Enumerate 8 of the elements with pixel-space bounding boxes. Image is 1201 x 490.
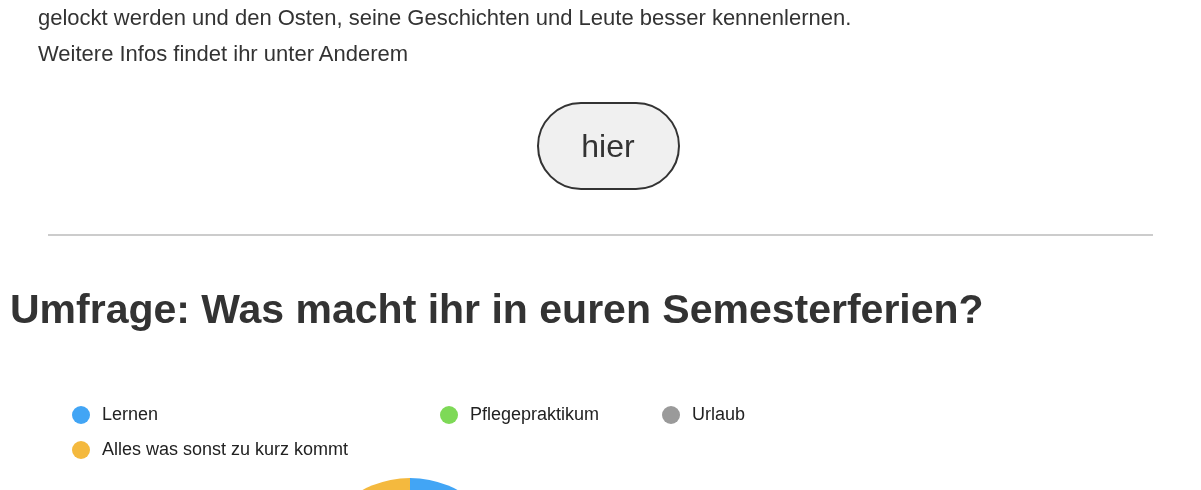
legend-label: Pflegepraktikum [470, 403, 600, 426]
paragraph-line: Weitere Infos findet ihr unter Anderem [38, 40, 410, 68]
link-button[interactable]: hier [536, 102, 680, 190]
legend-label: Urlaub [692, 403, 746, 426]
poll-title: Umfrage: Was macht ihr in euren Semesterferien? [10, 285, 985, 334]
paragraph-line: gelockt werden und den Osten, seine Geschichten und Leute besser kennenlernen. [38, 4, 853, 32]
legend-label: Lernen [102, 403, 159, 426]
legend-label: Alles was sonst zu kurz kommt [102, 438, 349, 461]
